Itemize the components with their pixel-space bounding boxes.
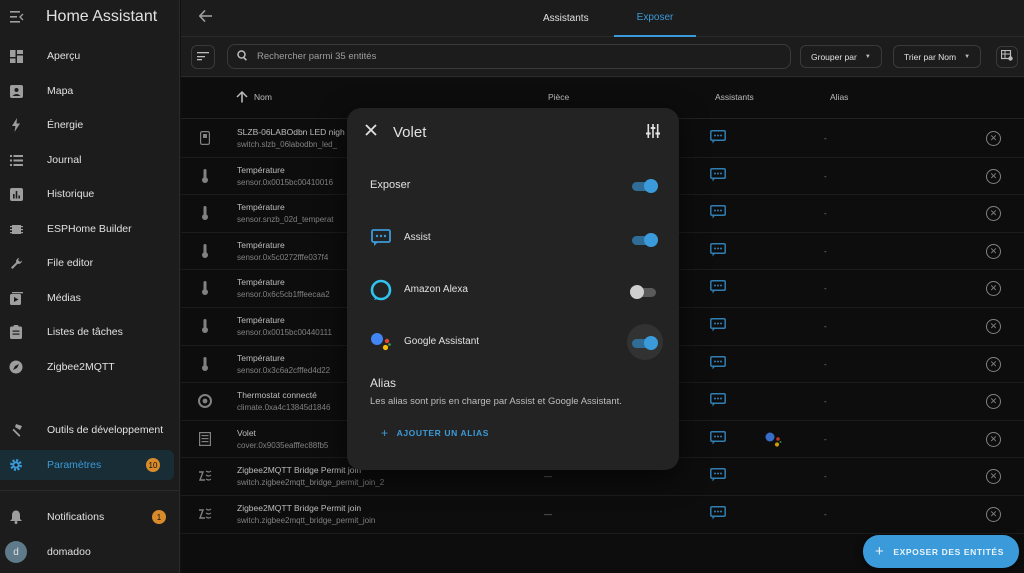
play-box-icon xyxy=(8,290,24,306)
expose-label: Exposer xyxy=(370,179,411,191)
compass-icon xyxy=(8,359,24,375)
add-alias-label: AJOUTER UN ALIAS xyxy=(396,428,490,438)
sidebar-item-dev-tools[interactable]: Outils de développement xyxy=(0,415,180,445)
sidebar-item-file-editor[interactable]: File editor xyxy=(0,248,180,278)
sidebar-item-label: Outils de développement xyxy=(47,424,164,436)
gear-icon xyxy=(8,457,24,473)
sidebar-item-label: File editor xyxy=(47,257,94,269)
sidebar-item-taches[interactable]: Listes de tâches xyxy=(0,317,180,347)
expose-dialog: Volet Exposer Assist Amazon Alexa Google… xyxy=(347,108,679,470)
dashboard-icon xyxy=(8,48,24,64)
sidebar: Home Assistant Aperçu Mapa Énergie Journ… xyxy=(0,0,180,573)
expose-entities-button[interactable]: + EXPOSER DES ENTITÉS xyxy=(863,535,1019,568)
group-by-dropdown[interactable]: Grouper par ▼ xyxy=(800,45,882,68)
sidebar-item-historique[interactable]: Historique xyxy=(0,179,180,209)
lightning-icon xyxy=(8,117,24,133)
caret-down-icon: ▼ xyxy=(964,53,971,60)
sidebar-header: Home Assistant xyxy=(0,0,179,34)
sidebar-item-label: Notifications xyxy=(47,511,105,523)
alexa-toggle[interactable] xyxy=(630,284,658,299)
table-settings-button[interactable] xyxy=(996,46,1018,68)
caret-down-icon: ▼ xyxy=(864,53,871,60)
assistant-label-assist: Assist xyxy=(404,232,431,243)
assist-toggle[interactable] xyxy=(632,232,658,247)
sidebar-divider xyxy=(0,490,180,491)
sidebar-item-label: Paramètres xyxy=(47,459,102,471)
sort-by-label: Trier par Nom xyxy=(904,51,957,62)
chip-icon xyxy=(8,221,24,237)
filter-button[interactable] xyxy=(191,45,215,69)
alias-section-title: Alias xyxy=(370,376,397,390)
plus-icon: + xyxy=(875,543,885,560)
sidebar-item-label: Médias xyxy=(47,292,81,304)
add-alias-button[interactable]: + AJOUTER UN ALIAS xyxy=(381,426,489,440)
alexa-icon xyxy=(369,278,393,302)
search-icon xyxy=(237,49,248,64)
chart-box-icon xyxy=(8,186,24,202)
sidebar-item-label: Énergie xyxy=(47,119,84,131)
search-box xyxy=(227,44,791,69)
sidebar-item-label: Aperçu xyxy=(47,50,81,62)
sidebar-item-label: Mapa xyxy=(47,85,74,97)
tune-settings-icon[interactable] xyxy=(646,124,662,140)
sidebar-item-medias[interactable]: Médias xyxy=(0,283,180,313)
sidebar-item-label: Listes de tâches xyxy=(47,326,123,338)
sidebar-item-energie[interactable]: Énergie xyxy=(0,110,180,140)
assist-chat-icon xyxy=(369,226,393,250)
filter-icon xyxy=(197,51,209,64)
expose-entities-label: EXPOSER DES ENTITÉS xyxy=(893,546,1004,557)
avatar: d xyxy=(5,541,27,563)
table-cog-icon xyxy=(1000,49,1013,64)
google-assistant-toggle[interactable] xyxy=(632,335,658,350)
dialog-title: Volet xyxy=(393,124,427,141)
assistant-label-google: Google Assistant xyxy=(404,336,480,347)
sidebar-item-label: ESPHome Builder xyxy=(47,223,132,235)
settings-badge: 10 xyxy=(146,458,160,472)
app-title: Home Assistant xyxy=(46,8,158,25)
sidebar-item-zigbee2mqtt[interactable]: Zigbee2MQTT xyxy=(0,352,180,382)
assistant-label-alexa: Amazon Alexa xyxy=(404,284,468,295)
sidebar-item-user[interactable]: d domadoo xyxy=(0,537,180,567)
google-assistant-icon xyxy=(369,330,393,354)
clipboard-list-icon xyxy=(8,324,24,340)
group-by-label: Grouper par xyxy=(811,51,857,62)
user-name: domadoo xyxy=(47,546,91,558)
wrench-icon xyxy=(8,255,24,271)
map-icon xyxy=(8,83,24,99)
sidebar-item-esphome[interactable]: ESPHome Builder xyxy=(0,214,180,244)
tab-assistants[interactable]: Assistants xyxy=(543,0,589,37)
back-arrow-icon[interactable] xyxy=(198,9,212,26)
search-input[interactable] xyxy=(257,51,757,62)
expose-toggle[interactable] xyxy=(632,178,658,193)
sort-by-dropdown[interactable]: Trier par Nom ▼ xyxy=(893,45,982,68)
sidebar-item-label: Zigbee2MQTT xyxy=(47,361,115,373)
toolbar: Grouper par ▼ Trier par Nom ▼ xyxy=(181,37,1024,77)
sidebar-item-journal[interactable]: Journal xyxy=(0,145,180,175)
sidebar-item-apercu[interactable]: Aperçu xyxy=(0,41,180,71)
alias-description: Les alias sont pris en charge par Assist… xyxy=(370,396,622,407)
sidebar-item-mapa[interactable]: Mapa xyxy=(0,76,180,106)
hammer-icon xyxy=(8,422,24,438)
menu-collapse-icon[interactable] xyxy=(8,8,26,26)
sidebar-item-label: Historique xyxy=(47,188,95,200)
list-icon xyxy=(8,152,24,168)
notifications-badge: 1 xyxy=(152,510,166,524)
sidebar-item-label: Journal xyxy=(47,154,82,166)
sidebar-item-notifications[interactable]: Notifications 1 xyxy=(0,502,180,532)
sidebar-item-parametres[interactable]: Paramètres 10 xyxy=(0,450,174,480)
bell-icon xyxy=(8,509,24,525)
close-icon[interactable] xyxy=(365,123,377,141)
plus-icon: + xyxy=(381,426,389,440)
tab-exposer[interactable]: Exposer xyxy=(614,0,696,37)
top-bar: Assistants Exposer xyxy=(181,0,1024,37)
